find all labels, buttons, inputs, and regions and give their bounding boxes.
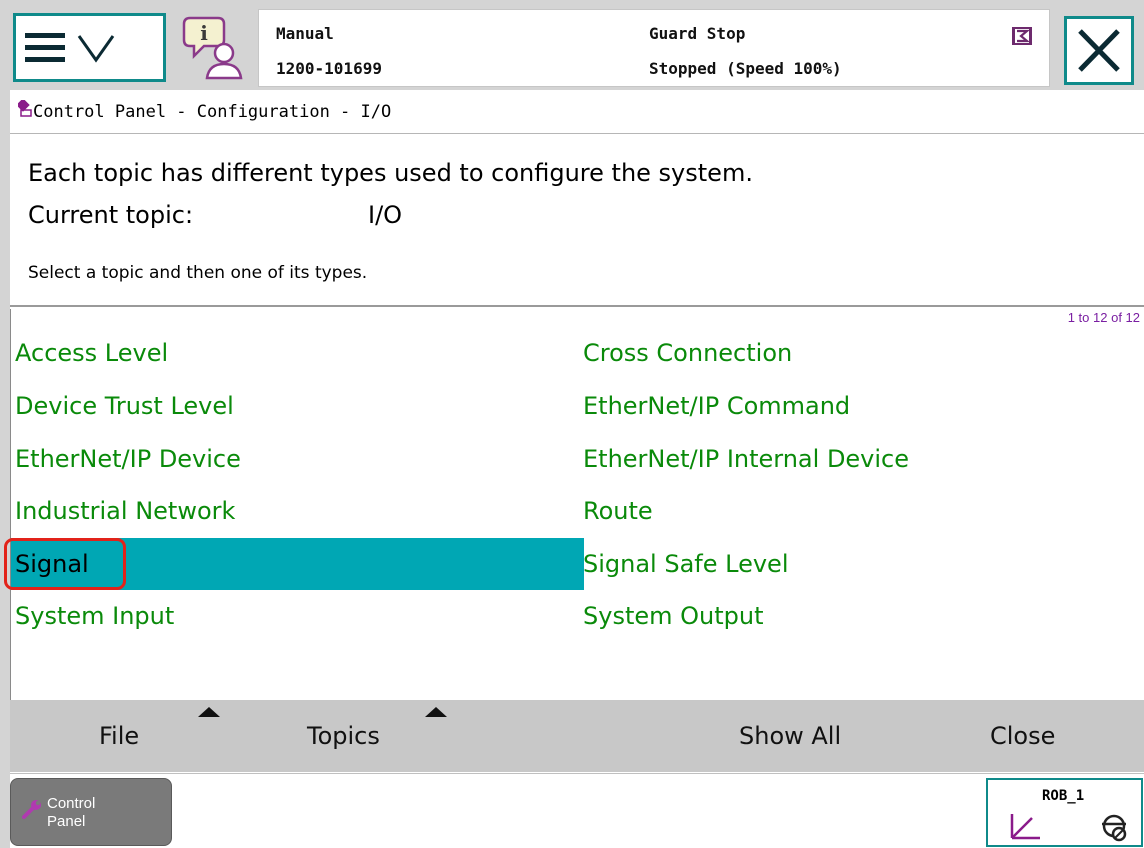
controller-state: Guard Stop: [649, 24, 746, 43]
list-item-industrial-network[interactable]: Industrial Network: [11, 485, 584, 537]
topics-menu-caret-icon: [425, 707, 447, 717]
list-item-ethernetip-device[interactable]: EtherNet/IP Device: [11, 433, 584, 485]
list-item-system-output[interactable]: System Output: [579, 590, 1144, 642]
svg-text:i: i: [200, 21, 208, 45]
window-frame: [0, 90, 10, 848]
close-icon: [1078, 29, 1120, 72]
list-item-route[interactable]: Route: [579, 485, 1144, 537]
breadcrumb: Control Panel - Configuration - I/O: [10, 90, 1144, 134]
list-item-signal-safe-level[interactable]: Signal Safe Level: [579, 538, 1144, 590]
file-menu-button[interactable]: File: [99, 722, 139, 750]
description-text: Each topic has different types used to c…: [28, 159, 753, 187]
show-all-button[interactable]: Show All: [739, 722, 841, 750]
control-panel-icon: [18, 100, 32, 117]
main-menu-button[interactable]: [13, 13, 166, 82]
status-document-icon: [1012, 27, 1032, 45]
list-item-cross-connection[interactable]: Cross Connection: [579, 327, 1144, 379]
control-panel-task-button[interactable]: Control Panel: [10, 778, 172, 846]
current-topic-label: Current topic:: [28, 201, 194, 229]
control-panel-task-label-line2: Panel: [47, 813, 86, 830]
control-panel-task-label: Control Panel: [47, 795, 95, 831]
list-item-signal[interactable]: Signal: [11, 538, 584, 590]
event-log-button[interactable]: i: [182, 14, 248, 82]
operating-mode: Manual: [276, 24, 334, 43]
system-id: 1200-101699: [276, 59, 382, 78]
list-item-ethernetip-internal-device[interactable]: EtherNet/IP Internal Device: [579, 433, 1144, 485]
command-bar: File Topics Show All Close: [10, 700, 1144, 772]
list-item-ethernetip-command[interactable]: EtherNet/IP Command: [579, 380, 1144, 432]
mechanical-unit-button[interactable]: ROB_1: [986, 778, 1143, 847]
top-bar: i Manual 1200-101699 Guard Stop Stopped …: [0, 0, 1144, 90]
instruction-text: Select a topic and then one of its types…: [28, 263, 368, 283]
close-window-button[interactable]: [1064, 16, 1134, 85]
current-topic-value: I/O: [368, 201, 403, 229]
description-panel: Each topic has different types used to c…: [10, 135, 1144, 307]
taskbar: Control Panel ROB_1: [10, 773, 1144, 848]
list-count: 1 to 12 of 12: [1067, 310, 1140, 325]
info-user-icon: i: [182, 16, 243, 80]
list-item-access-level[interactable]: Access Level: [11, 327, 584, 379]
list-item-system-input[interactable]: System Input: [11, 590, 584, 642]
hamburger-menu-icon: [25, 33, 115, 63]
type-list: 1 to 12 of 12 Access Level Device Trust …: [4, 309, 1144, 700]
coordinate-axes-icon: [1010, 814, 1127, 842]
topics-menu-button[interactable]: Topics: [307, 722, 380, 750]
close-button[interactable]: Close: [990, 722, 1055, 750]
control-panel-task-label-line1: Control: [47, 795, 96, 812]
list-item-device-trust-level[interactable]: Device Trust Level: [11, 380, 584, 432]
file-menu-caret-icon: [198, 707, 220, 717]
speed-status: Stopped (Speed 100%): [649, 59, 842, 78]
status-panel[interactable]: Manual 1200-101699 Guard Stop Stopped (S…: [258, 9, 1050, 87]
breadcrumb-text: Control Panel - Configuration - I/O: [33, 102, 392, 122]
wrench-icon: [22, 800, 41, 819]
